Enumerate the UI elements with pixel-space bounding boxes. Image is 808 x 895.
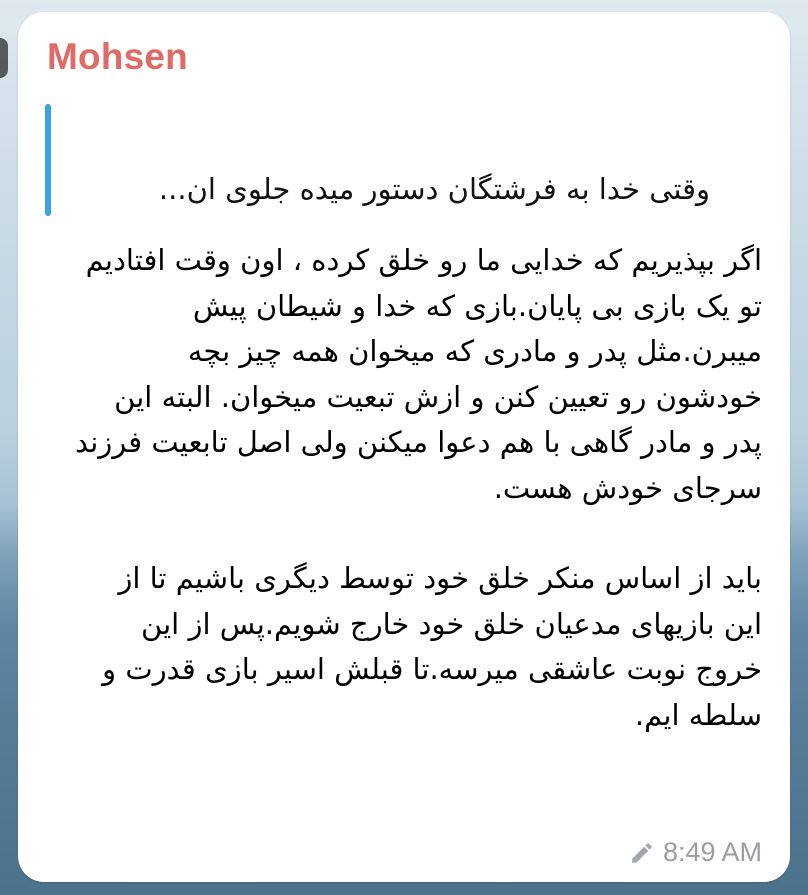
adjacent-panel-edge bbox=[0, 38, 8, 78]
message-paragraph-2: باید از اساس منکر خلق خود توسط دیگری باش… bbox=[102, 561, 762, 732]
pencil-icon bbox=[632, 842, 652, 863]
message-meta: 8:49 AM bbox=[629, 837, 762, 868]
message-paragraph-1: اگر بپذیریم که خدایی ما رو خلق کرده ، او… bbox=[75, 243, 762, 505]
sender-name[interactable]: Mohsen bbox=[47, 36, 188, 78]
message-bubble[interactable]: Mohsen وقتی خدا به فرشتگان دستور میده جل… bbox=[18, 12, 790, 882]
reply-quote-text[interactable]: وقتی خدا به فرشتگان دستور میده جلوی ان..… bbox=[70, 172, 710, 206]
reply-quote-bar[interactable] bbox=[45, 104, 51, 216]
message-time: 8:49 AM bbox=[662, 837, 762, 867]
message-text: اگر بپذیریم که خدایی ما رو خلق کرده ، او… bbox=[74, 238, 762, 738]
